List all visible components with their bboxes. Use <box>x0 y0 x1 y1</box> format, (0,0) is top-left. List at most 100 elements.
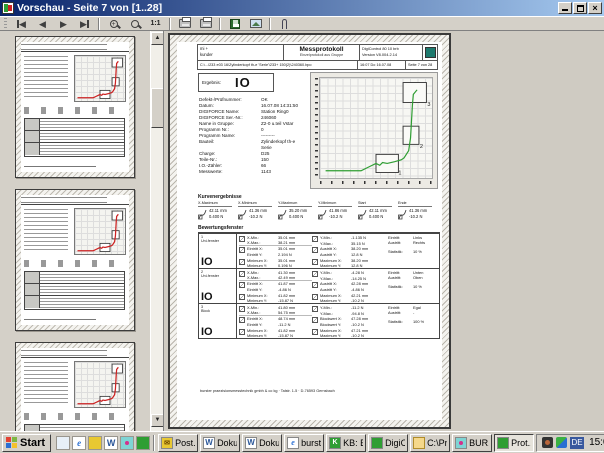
thumbnail-table-row <box>25 143 124 155</box>
export-image-button[interactable] <box>245 17 266 30</box>
curve-result-y: -10.2 N <box>249 214 267 220</box>
scrollbar-thumb[interactable] <box>151 88 164 128</box>
measure-icon <box>312 282 318 288</box>
save-icon <box>230 19 240 29</box>
curve-results: X-Maximum 42.11 mm 0.400 N <box>198 201 439 220</box>
window-result: IO <box>201 256 213 268</box>
window-title: Vorschau - Seite 7 von [1..28] <box>17 2 557 14</box>
windows-logo-icon <box>6 437 17 448</box>
app-cyan-icon[interactable] <box>120 436 134 450</box>
thumbnail-text-lines <box>24 362 68 406</box>
value-entry: Minimum X: 41.82 mm Minimum Y: -15.87 N <box>239 328 312 339</box>
measure-icon <box>239 329 245 335</box>
paperclip-icon <box>282 19 287 29</box>
curve-result-x: 41.36 mm <box>249 208 267 214</box>
entry-value-2: 54.75 mm <box>278 310 295 315</box>
show-desktop-icon[interactable] <box>56 436 70 450</box>
toolbar-grip[interactable] <box>4 18 7 29</box>
value-entry: X-Min.: 35.01 mm X-Max.: 38.21 mm <box>239 235 312 246</box>
protocol-info: Defekt-/Prüfnummer: OK Datum: 16.07.08 1… <box>199 97 307 175</box>
task-icon <box>413 437 425 449</box>
value-entry: Y-Min.: -11.2 N Y-Max.: -94.8 N <box>312 305 385 316</box>
info-label: Bauteil: <box>199 139 261 151</box>
entry-label-2: X-Max.: <box>247 275 278 280</box>
task-button-prot[interactable]: Prot... <box>494 434 534 452</box>
print-setup-button[interactable] <box>195 17 216 30</box>
task-label: Prot... <box>511 438 531 448</box>
task-button-burst[interactable]: e burst... <box>284 434 324 452</box>
word-icon[interactable]: W <box>104 436 118 450</box>
next-page-button[interactable]: ▶ <box>53 17 74 30</box>
zoom-in-button[interactable]: + <box>103 17 124 30</box>
row-meta: Eintritt: Links Austritt: Rechts <box>385 234 439 268</box>
entry-value-2: 42.49 mm <box>278 275 295 280</box>
thumbnail-table <box>24 118 125 157</box>
statistics-pair: Statistik: 10 % <box>388 284 439 289</box>
task-icon: K <box>329 437 341 449</box>
last-page-button[interactable]: ▶ <box>74 17 95 30</box>
scroll-down-icon[interactable]: ▼ <box>151 414 164 427</box>
statistics-value: 10 % <box>413 284 439 289</box>
curve-result-label: Start <box>358 201 392 207</box>
task-icon: ✉ <box>161 437 173 449</box>
toolbar-separator <box>98 18 100 30</box>
keyboard-layout-badge[interactable]: DE <box>570 437 584 449</box>
y-axis-ticks <box>315 78 318 178</box>
save-button[interactable] <box>224 17 245 30</box>
thumbnail-chart <box>74 208 126 255</box>
value-entry: Eintritt X: 48.74 mm Eintritt Y: -11.2 N <box>239 316 312 327</box>
window-label-3: 3 <box>427 102 430 108</box>
tray-app-icon[interactable] <box>542 437 553 448</box>
page-thumbnail[interactable] <box>15 189 135 331</box>
task-button-kb[interactable]: K KB: E... <box>326 434 366 452</box>
header-app-info: DigiControl 80 10 brb Version V8.004.2.1… <box>360 45 423 60</box>
tray-status-icon[interactable] <box>556 437 567 448</box>
measure-icon <box>312 306 318 312</box>
info-line: Messwerte: 1143 <box>199 169 307 175</box>
task-button-post[interactable]: ✉ Post... <box>158 434 198 452</box>
client-area: ▲ ▼ mi + kunder <box>0 31 604 431</box>
task-button-bur[interactable]: BUR... <box>452 434 492 452</box>
curve-result-label: Y-Maximum <box>278 201 312 207</box>
task-button-doku-2[interactable]: W Doku... <box>242 434 282 452</box>
scroll-up-icon[interactable]: ▲ <box>151 32 164 45</box>
start-button[interactable]: Start <box>2 434 51 452</box>
document-subtitle: Einzelprotokoll aus Gruppe <box>286 53 357 57</box>
thumbnail-text-lines <box>24 209 68 253</box>
minimize-button[interactable] <box>558 2 572 14</box>
curve-result-item: Ende 41.36 mm -10.2 N <box>398 201 438 220</box>
sidebar-scrollbar[interactable]: ▲ ▼ <box>150 31 163 431</box>
measure-icon <box>239 271 245 277</box>
internet-explorer-icon[interactable]: e <box>72 436 86 450</box>
app-green-icon[interactable] <box>136 436 150 450</box>
print-button[interactable] <box>174 17 195 30</box>
task-button-explorer[interactable]: C:\Pr... <box>410 434 450 452</box>
window-type: Uni-fenster <box>201 274 234 279</box>
curve-result-y: 0.400 N <box>289 214 307 220</box>
thumbnail-table-row <box>25 119 124 131</box>
thumbnail-chart <box>74 361 126 408</box>
task-icon <box>371 437 383 449</box>
task-button-doku-1[interactable]: W Doku... <box>200 434 240 452</box>
page-thumbnail[interactable] <box>15 36 135 178</box>
header-datetime: 16:07 Do 16.07.08 <box>357 61 405 69</box>
measurement-chart: 1 2 3 <box>310 72 438 189</box>
page-thumbnail[interactable] <box>15 342 135 431</box>
toolbar: ◀ ◀ ▶ ▶ + 1:1 <box>0 16 604 31</box>
measure-icon <box>312 236 318 242</box>
first-page-button[interactable]: ◀ <box>11 17 32 30</box>
attach-button[interactable] <box>274 17 295 30</box>
value-entry: Eintritt X: 41.87 mm Eintritt Y: -4.86 N <box>239 281 312 292</box>
entry-value-2: 38.21 mm <box>278 240 295 245</box>
close-button[interactable]: × <box>588 2 602 14</box>
restore-button[interactable] <box>573 2 587 14</box>
measure-icon <box>239 317 245 323</box>
value-entry: X-Min.: 41.30 mm X-Max.: 42.49 mm <box>239 270 312 281</box>
previous-page-button[interactable]: ◀ <box>32 17 53 30</box>
zoom-actual-button[interactable]: 1:1 <box>145 17 166 30</box>
value-entry: Y-Min.: -4.28 N Y-Max.: -14.25 N <box>312 270 385 281</box>
task-label: burst... <box>301 438 321 448</box>
zoom-out-button[interactable] <box>124 17 145 30</box>
task-button-digic[interactable]: DigiC... <box>368 434 408 452</box>
app-yellow-icon[interactable] <box>88 436 102 450</box>
